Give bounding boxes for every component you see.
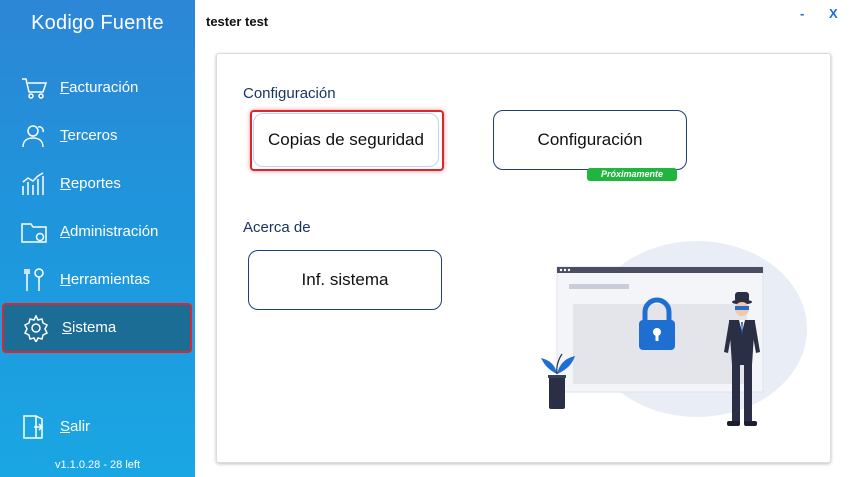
- folder-icon: [21, 223, 47, 243]
- tools-icon: [24, 268, 44, 291]
- exit-door-icon: [23, 415, 44, 439]
- security-illustration: [541, 241, 807, 426]
- sidebar-item-label: Administración: [60, 223, 159, 240]
- configuration-button[interactable]: Configuración: [493, 110, 687, 170]
- coming-soon-badge: Próximamente: [587, 168, 677, 181]
- sidebar-item-label: Sistema: [62, 319, 117, 336]
- user-name: tester test: [206, 14, 269, 29]
- brand-title: Kodigo Fuente: [31, 12, 164, 34]
- version-text: v1.1.0.28 - 28 left: [55, 459, 140, 471]
- main-panel: Configuración Copias de seguridad Config…: [216, 53, 831, 463]
- minimize-button[interactable]: -: [800, 6, 804, 21]
- gear-icon: [23, 314, 49, 342]
- logout-label: Salir: [60, 418, 91, 435]
- users-icon: [22, 125, 44, 148]
- sidebar-item-herramientas[interactable]: Herramientas: [0, 257, 195, 303]
- close-button[interactable]: X: [829, 6, 838, 21]
- system-info-button[interactable]: Inf. sistema: [248, 250, 442, 310]
- sidebar-item-facturacion[interactable]: Facturación: [0, 65, 195, 111]
- sidebar-item-label: Herramientas: [60, 271, 151, 288]
- sidebar-item-terceros[interactable]: Terceros: [0, 113, 195, 159]
- sidebar-item-label: Terceros: [60, 127, 118, 144]
- chart-icon: [22, 172, 44, 195]
- sidebar-item-administracion[interactable]: Administración: [0, 209, 195, 255]
- sidebar-item-sistema[interactable]: Sistema: [2, 303, 192, 353]
- sidebar-item-label: Facturación: [60, 79, 139, 96]
- backups-button[interactable]: Copias de seguridad: [253, 113, 439, 167]
- logout-button[interactable]: Salir: [0, 404, 195, 450]
- sidebar-item-reportes[interactable]: Reportes: [0, 161, 195, 207]
- sidebar-item-label: Reportes: [60, 175, 121, 192]
- cart-icon: [22, 78, 48, 99]
- sidebar: Kodigo Fuente Facturación Terceros Repor…: [0, 0, 195, 477]
- about-section-title: Acerca de: [243, 219, 311, 236]
- config-section-title: Configuración: [243, 85, 336, 102]
